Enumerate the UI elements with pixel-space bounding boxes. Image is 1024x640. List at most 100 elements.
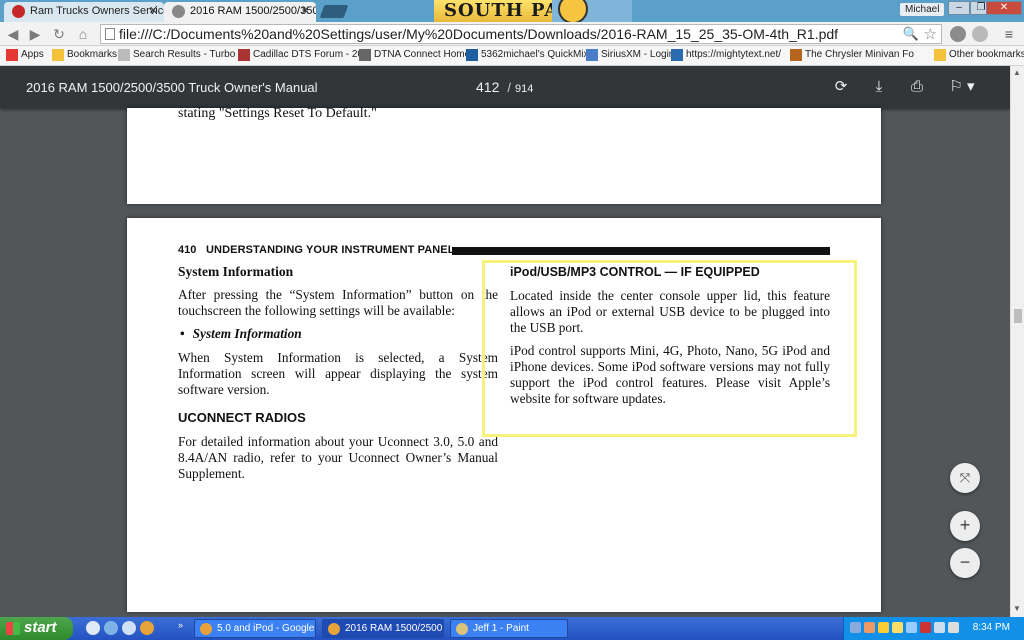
bookmark-other[interactable]: Other bookmarks [934, 49, 1024, 61]
ram-logo-icon [12, 5, 25, 18]
taskbar-item-ram-manual[interactable]: 2016 RAM 1500/2500... [322, 619, 444, 638]
bookmark-star-icon[interactable]: ☆ [924, 25, 937, 43]
page-header: 410 UNDERSTANDING YOUR INSTRUMENT PANEL [178, 244, 830, 258]
download-icon[interactable]: ⤓ [870, 78, 888, 96]
tray-icon[interactable] [920, 622, 931, 633]
start-button[interactable]: start [0, 617, 73, 640]
mightytext-icon [671, 49, 683, 61]
folder-icon [52, 49, 64, 61]
taskbar-item-google-search[interactable]: 5.0 and iPod - Google... [194, 619, 316, 638]
bookmark-dropdown-icon[interactable]: ⚐ ▾ [948, 78, 976, 96]
total-pages: 914 [514, 83, 534, 95]
chrome-menu-icon[interactable]: ≡ [1000, 25, 1018, 43]
windows-taskbar: start » 5.0 and iPod - Google... 2016 RA… [0, 617, 1024, 640]
system-tray: 8:34 PM [843, 617, 1024, 640]
scroll-down-arrow-icon[interactable]: ▼ [1013, 604, 1021, 613]
tray-icon[interactable] [878, 622, 889, 633]
fit-to-page-icon[interactable]: ⤧ [950, 463, 980, 493]
browser-toolbar: ◀ ▶ ↻ ⌂ file:///C:/Documents%20and%20Set… [0, 22, 1024, 46]
quicklaunch-icon[interactable] [122, 621, 136, 635]
page-icon [359, 49, 371, 61]
minimize-button[interactable]: – [948, 1, 970, 15]
reload-icon[interactable]: ↻ [50, 25, 68, 43]
heading-uconnect-radios: UCONNECT RADIOS [178, 410, 306, 425]
chrome-icon[interactable] [140, 621, 154, 635]
left-column: System Information After pressing the “S… [178, 264, 498, 489]
taskbar-item-paint[interactable]: Jeff 1 - Paint [450, 619, 568, 638]
paragraph: When System Information is selected, a S… [178, 350, 498, 397]
bookmark-chrysler-minivan[interactable]: The Chrysler Minivan Fo [790, 49, 914, 61]
page-indicator: 412 /914 [476, 79, 533, 95]
back-arrow-icon[interactable]: ◀ [4, 25, 22, 43]
apps-grid-icon [6, 49, 18, 61]
quicklaunch-icon[interactable] [86, 621, 100, 635]
bookmark-quickmix[interactable]: 5362michael's QuickMix [466, 49, 589, 61]
tab-title: Ram Trucks Owners Service [30, 5, 164, 17]
vertical-scrollbar[interactable]: ▲ ▼ [1010, 66, 1024, 617]
tab-ram-owners-service[interactable]: Ram Trucks Owners Service ✕ [4, 2, 164, 22]
tab-title: 2016 RAM 1500/2500/3500 [190, 5, 316, 17]
tray-icon[interactable] [892, 622, 903, 633]
page-number: 410 [178, 244, 197, 256]
tab-ram-manual-pdf[interactable]: 2016 RAM 1500/2500/3500 ✕ [164, 2, 316, 22]
pdf-toolbar: 2016 RAM 1500/2500/3500 Truck Owner's Ma… [0, 66, 1010, 108]
close-tab-icon[interactable]: ✕ [301, 4, 310, 17]
speaker-icon[interactable] [934, 622, 945, 633]
bookmark-dtna-connect[interactable]: DTNA Connect Home [359, 49, 470, 61]
document-title: 2016 RAM 1500/2500/3500 Truck Owner's Ma… [26, 80, 318, 95]
bookmark-turbo-search[interactable]: Search Results - Turbo I [118, 49, 241, 61]
cadillac-icon [238, 49, 250, 61]
scroll-thumb[interactable] [1014, 309, 1022, 323]
theme-art-image [552, 0, 632, 24]
print-icon[interactable]: ⎙ [908, 78, 926, 96]
heading-system-information: System Information [178, 264, 294, 279]
ie-icon[interactable] [104, 621, 118, 635]
new-tab-button[interactable] [319, 5, 349, 18]
bookmark-cadillac-forum[interactable]: Cadillac DTS Forum - 20 [238, 49, 363, 61]
right-column: iPod/USB/MP3 CONTROL — IF EQUIPPED Locat… [510, 264, 830, 414]
extension-icon[interactable] [950, 26, 966, 42]
forward-arrow-icon[interactable]: ▶ [26, 25, 44, 43]
page-separator: / [507, 80, 511, 95]
chrome-icon [200, 623, 212, 635]
paragraph: iPod control supports Mini, 4G, Photo, N… [510, 343, 830, 406]
rotate-icon[interactable]: ⟳ [832, 78, 850, 96]
pdf-page-current: 410 UNDERSTANDING YOUR INSTRUMENT PANEL … [127, 218, 881, 612]
bookmark-siriusxm[interactable]: SiriusXM - Login [586, 49, 674, 61]
window-close-button[interactable]: ✕ [986, 1, 1022, 15]
network-icon[interactable] [948, 622, 959, 633]
paint-icon [456, 623, 468, 635]
file-page-icon [105, 28, 115, 40]
siriusxm-icon [586, 49, 598, 61]
zoom-out-button[interactable]: − [950, 548, 980, 578]
bookmark-bookmarks-folder[interactable]: Bookmarks [52, 49, 117, 61]
tray-icon[interactable] [864, 622, 875, 633]
close-tab-icon[interactable]: ✕ [149, 4, 158, 17]
chrome-page-icon [172, 5, 185, 18]
zoom-in-button[interactable]: + [950, 511, 980, 541]
bookmark-apps[interactable]: Apps [6, 49, 44, 61]
extension-icon[interactable] [972, 26, 988, 42]
scroll-up-arrow-icon[interactable]: ▲ [1013, 68, 1021, 77]
browser-titlebar: Ram Trucks Owners Service ✕ 2016 RAM 150… [0, 0, 1024, 24]
page-icon [790, 49, 802, 61]
expand-chevron-icon[interactable]: » [178, 620, 183, 630]
tray-icon[interactable] [906, 622, 917, 633]
tray-icon[interactable] [850, 622, 861, 633]
paragraph: Located inside the center console upper … [510, 288, 830, 335]
home-icon[interactable]: ⌂ [74, 25, 92, 43]
current-page-input[interactable]: 412 [476, 79, 499, 95]
heading-ipod-usb-mp3: iPod/USB/MP3 CONTROL — IF EQUIPPED [510, 265, 760, 279]
chrome-icon [328, 623, 340, 635]
windows-flag-icon [6, 622, 20, 635]
paragraph: After pressing the “System Information” … [178, 287, 498, 318]
profile-button[interactable]: Michael [900, 3, 945, 16]
url-text[interactable]: file:///C:/Documents%20and%20Settings/us… [119, 26, 838, 42]
magnifier-icon[interactable]: 🔍 [903, 26, 919, 42]
bookmark-mightytext[interactable]: https://mightytext.net/ [671, 49, 781, 61]
pandora-icon [466, 49, 478, 61]
folder-icon [934, 49, 946, 61]
section-header: UNDERSTANDING YOUR INSTRUMENT PANEL [206, 244, 455, 256]
address-bar[interactable]: file:///C:/Documents%20and%20Settings/us… [100, 24, 942, 44]
clock: 8:34 PM [972, 622, 1010, 633]
